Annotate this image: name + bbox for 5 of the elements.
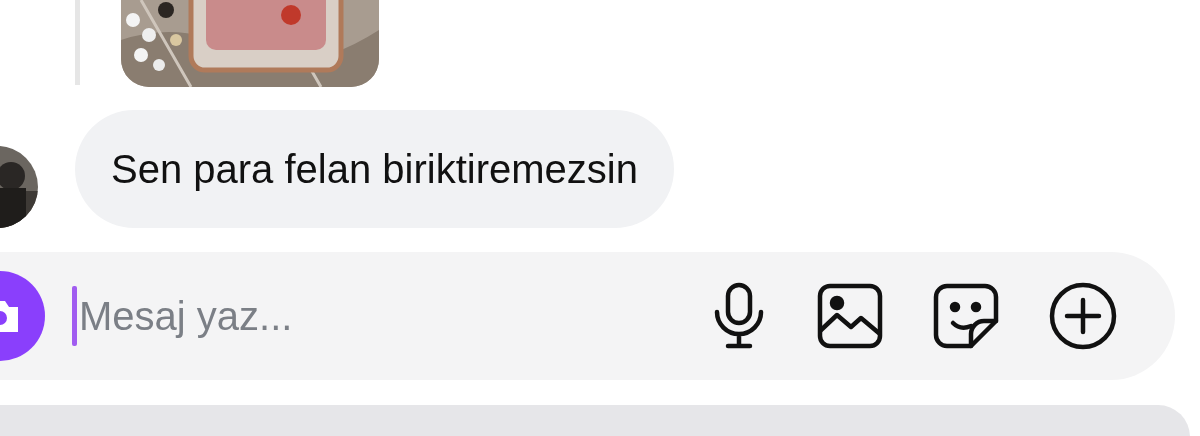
message-bubble: Sen para felan biriktiremezsin (75, 110, 674, 228)
sticker-icon[interactable] (933, 283, 999, 349)
image-icon[interactable] (817, 283, 883, 349)
add-icon[interactable] (1049, 282, 1117, 350)
message-input[interactable]: Mesaj yaz... (77, 293, 711, 339)
